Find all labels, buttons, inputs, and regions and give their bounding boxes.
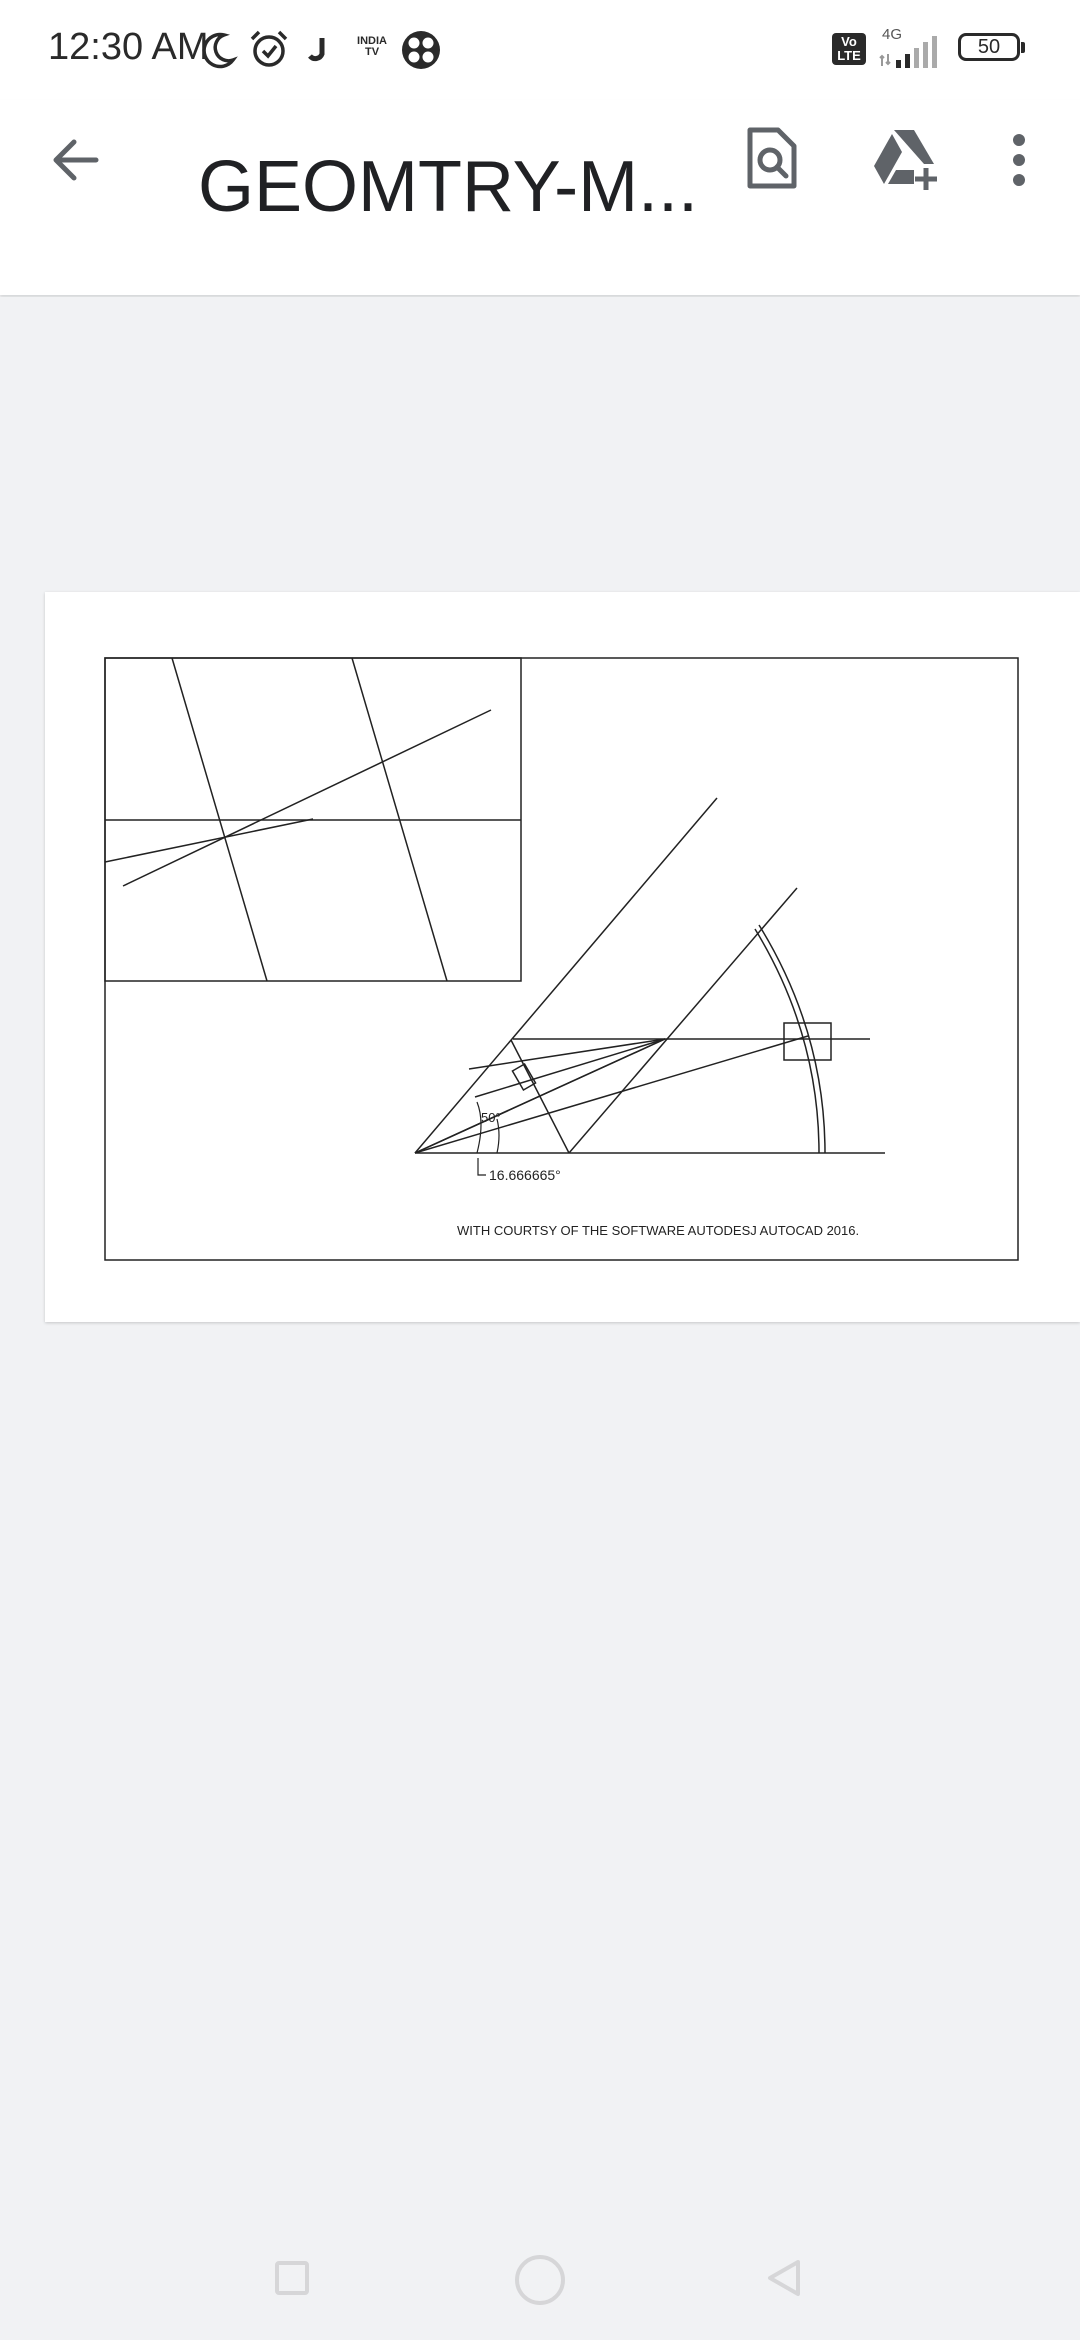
ray-trisect <box>414 1035 809 1154</box>
volte-label-top: Vo <box>841 34 857 49</box>
drive-add-icon[interactable] <box>870 126 940 192</box>
jio-icon <box>308 38 325 62</box>
status-bar: 12:30 AM INDIA TV Vo LTE 4G 50 <box>0 0 1080 100</box>
back-arrow-icon[interactable] <box>46 130 106 190</box>
navigation-bar <box>0 2230 1080 2340</box>
india-tv-label-bottom: TV <box>364 46 380 58</box>
angle-label-16: 16.666665° <box>489 1167 561 1183</box>
battery-level: 50 <box>977 36 1001 58</box>
geometry-drawing: 50° 16.666665° WITH COURTSY OF THE SOFTW… <box>104 657 1019 1261</box>
back-triangle-icon[interactable] <box>764 2258 804 2298</box>
footer-credit: WITH COURTSY OF THE SOFTWARE AUTODESJ AU… <box>457 1223 859 1238</box>
document-title: GEOMTRY-M... <box>198 147 699 227</box>
ray-50-deg <box>414 797 718 1154</box>
india-tv-icon: INDIA TV <box>352 36 392 58</box>
more-vert-icon[interactable] <box>1004 132 1034 188</box>
moon-icon <box>202 32 238 69</box>
angle-label-50: 50° <box>481 1110 501 1125</box>
app-bar: GEOMTRY-M... <box>0 100 1080 295</box>
fan-icon <box>402 31 440 69</box>
recents-square-icon[interactable] <box>274 2260 310 2296</box>
battery-icon: 50 <box>958 33 1020 61</box>
signal-icon <box>879 36 937 68</box>
volte-label-bottom: LTE <box>837 48 861 63</box>
drawing-frame <box>104 657 1019 1261</box>
volte-icon: Vo LTE <box>832 33 866 65</box>
home-circle-icon[interactable] <box>512 2252 568 2308</box>
file-search-icon[interactable] <box>742 126 800 190</box>
status-time: 12:30 AM <box>48 26 209 68</box>
pdf-page[interactable]: 50° 16.666665° WITH COURTSY OF THE SOFTW… <box>45 592 1080 1322</box>
alarm-icon <box>250 30 288 67</box>
battery-tip <box>1021 42 1025 53</box>
